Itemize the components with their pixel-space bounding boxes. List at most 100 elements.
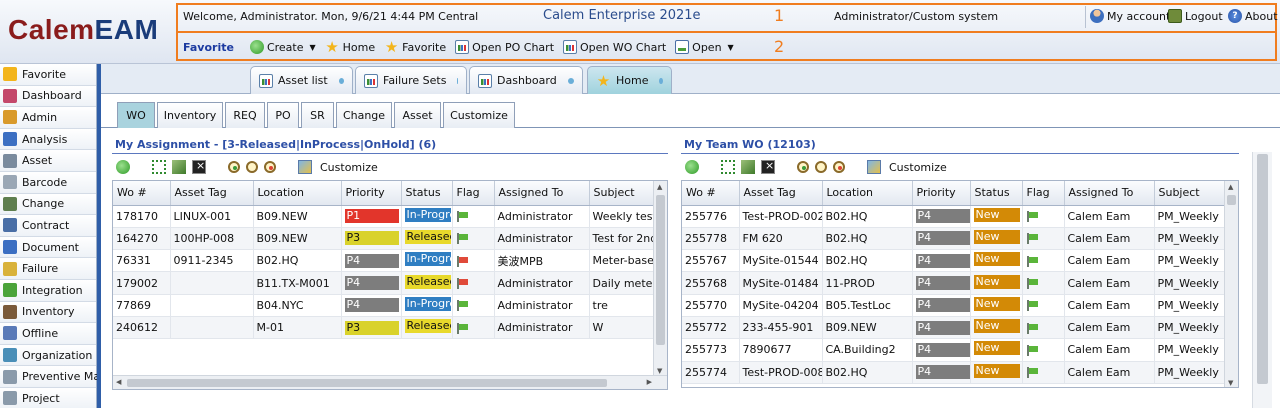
column-header[interactable]: Flag [452,181,495,206]
customize-button[interactable]: Customize [320,161,378,174]
column-header[interactable]: Location [253,181,342,206]
open-menu-button[interactable]: Open ▼ [675,40,734,54]
column-header[interactable]: Status [401,181,453,206]
column-header[interactable]: Asset Tag [739,181,823,206]
column-header[interactable]: Assigned To [1064,181,1155,206]
subtab-customize[interactable]: Customize [443,102,515,128]
customize-button[interactable]: Customize [889,161,947,174]
tab-dot-icon [457,77,458,84]
create-button[interactable]: Create ▼ [249,40,316,54]
clear-search-icon[interactable] [833,161,845,173]
column-header[interactable]: Flag [1022,181,1065,206]
sidebar-item-change[interactable]: Change [0,193,96,216]
star-icon: ★ [596,71,611,90]
module-icon [3,67,17,82]
flag-icon [1026,233,1039,245]
table-row[interactable]: 255776 Test-PROD-002 B02.HQ P4 New Calem Eam P… [682,205,1227,228]
sidebar-item-barcode[interactable]: Barcode [0,171,96,194]
column-header[interactable]: Location [822,181,913,206]
move-icon[interactable] [741,160,755,174]
tab-home[interactable]: ★ Home [587,66,672,94]
sidebar-item-integration[interactable]: Integration [0,279,96,302]
column-header[interactable]: Priority [912,181,971,206]
table-row[interactable]: 255772 233-455-901 B09.NEW P4 New Calem Eam PM… [682,316,1227,340]
expand-icon[interactable] [721,160,735,174]
table-row[interactable]: 240612 M-01P3 Released AdministratorW [113,316,656,340]
table-row[interactable]: 255768 MySite-01484 11-PROD P4 New Calem Eam P… [682,271,1227,295]
table-row[interactable]: 763310911-2345B02.HQP4 In-Progress 美波MPBMe… [113,249,656,273]
expand-icon[interactable] [152,160,166,174]
table-row[interactable]: 164270100HP-008B09.NEWP3 Released Administ… [113,227,656,251]
customize-icon[interactable] [298,160,312,174]
clear-search-icon[interactable] [264,161,276,173]
subject: PM_Weekly [1154,316,1227,340]
delete-icon[interactable] [192,159,206,174]
add-icon[interactable] [116,160,130,174]
chart-icon [563,40,578,54]
column-header[interactable]: Status [970,181,1023,206]
delete-icon[interactable] [761,159,775,174]
about-link[interactable]: ? About [1228,9,1278,23]
sidebar-item-dashboard[interactable]: Dashboard [0,85,96,108]
my-account-link[interactable]: My account [1090,9,1170,23]
search-all-icon[interactable] [246,161,258,173]
table-row[interactable]: 255774 Test-PROD-008 B02.HQ P4 New Calem Eam P… [682,361,1227,384]
column-header[interactable]: Assigned To [494,181,590,206]
subtab-wo[interactable]: WO [117,102,155,128]
sidebar-item-analysis[interactable]: Analysis [0,128,96,151]
tab-dashboard[interactable]: Dashboard [469,66,583,94]
user-icon [1090,9,1104,23]
column-header[interactable]: Subject [589,181,656,206]
subtab-sr[interactable]: SR [301,102,334,128]
table-row[interactable]: 77869 B04.NYCP4 In-Progress Administratortr… [113,294,656,317]
sidebar-item-offline[interactable]: Offline [0,323,96,345]
add-icon[interactable] [685,160,699,174]
table-row[interactable]: 255773 7890677 CA.Building2 P4 New Calem Eam P… [682,338,1227,362]
subtab-req[interactable]: REQ [225,102,265,128]
horizontal-scrollbar[interactable]: ◀ ▶ [113,375,667,389]
vertical-scrollbar[interactable]: ▲ ▼ [1224,181,1238,387]
tab-failure-sets[interactable]: Failure Sets [355,66,467,94]
customize-icon[interactable] [867,160,881,174]
subtab-inventory[interactable]: Inventory [157,102,223,128]
priority-badge: P4 [915,231,969,246]
subtab-asset[interactable]: Asset [394,102,441,128]
priority-cell: P3 [341,316,402,340]
sidebar-item-contract[interactable]: Contract [0,215,96,237]
table-row[interactable]: 255767 MySite-01544 B02.HQ P4 New Calem Eam PM… [682,249,1227,273]
table-row[interactable]: 255778 FM 620 B02.HQ P4 New Calem Eam PM_Weekl… [682,227,1227,251]
sidebar-item-preventive-main[interactable]: Preventive Main [0,366,110,388]
tab-asset-list[interactable]: Asset list [250,66,353,94]
page-scrollbar[interactable] [1252,152,1272,408]
column-header[interactable]: Wo # [682,181,740,206]
home-button[interactable]: ★ Home [325,40,375,55]
column-header[interactable]: Wo # [113,181,171,206]
favorite-menu[interactable]: Favorite [183,41,234,54]
sidebar-item-organization[interactable]: Organization [0,344,96,367]
sidebar-item-project[interactable]: Project [0,387,96,408]
table-row[interactable]: 178170LINUX-001B09.NEWP1 In-Progress Admin… [113,205,656,228]
subtab-change[interactable]: Change [336,102,392,128]
table-row[interactable]: 179002 B11.TX-M001P4 Released Administrator… [113,271,656,295]
flag-icon [1026,322,1039,334]
sidebar-item-inventory[interactable]: Inventory [0,301,96,324]
table-row[interactable]: 255770 MySite-04204 B05.TestLoc P4 New Calem … [682,294,1227,317]
vertical-scrollbar[interactable]: ▲ ▼ [653,181,667,377]
column-header[interactable]: Priority [341,181,402,206]
column-header[interactable]: Asset Tag [170,181,254,206]
open-wo-chart-button[interactable]: Open WO Chart [563,40,666,54]
column-header[interactable]: Subject [1154,181,1227,206]
move-icon[interactable] [172,160,186,174]
search-icon[interactable] [797,161,809,173]
logout-link[interactable]: Logout [1168,9,1223,23]
open-po-chart-button[interactable]: Open PO Chart [455,40,554,54]
sidebar-item-document[interactable]: Document [0,236,96,259]
search-all-icon[interactable] [815,161,827,173]
sidebar-item-failure[interactable]: Failure [0,258,96,280]
search-icon[interactable] [228,161,240,173]
sidebar-item-admin[interactable]: Admin [0,107,96,129]
sidebar-item-favorite[interactable]: Favorite [0,64,96,86]
sidebar-item-asset[interactable]: Asset [0,150,96,172]
favorite-button[interactable]: ★ Favorite [384,40,446,55]
subtab-po[interactable]: PO [267,102,299,128]
